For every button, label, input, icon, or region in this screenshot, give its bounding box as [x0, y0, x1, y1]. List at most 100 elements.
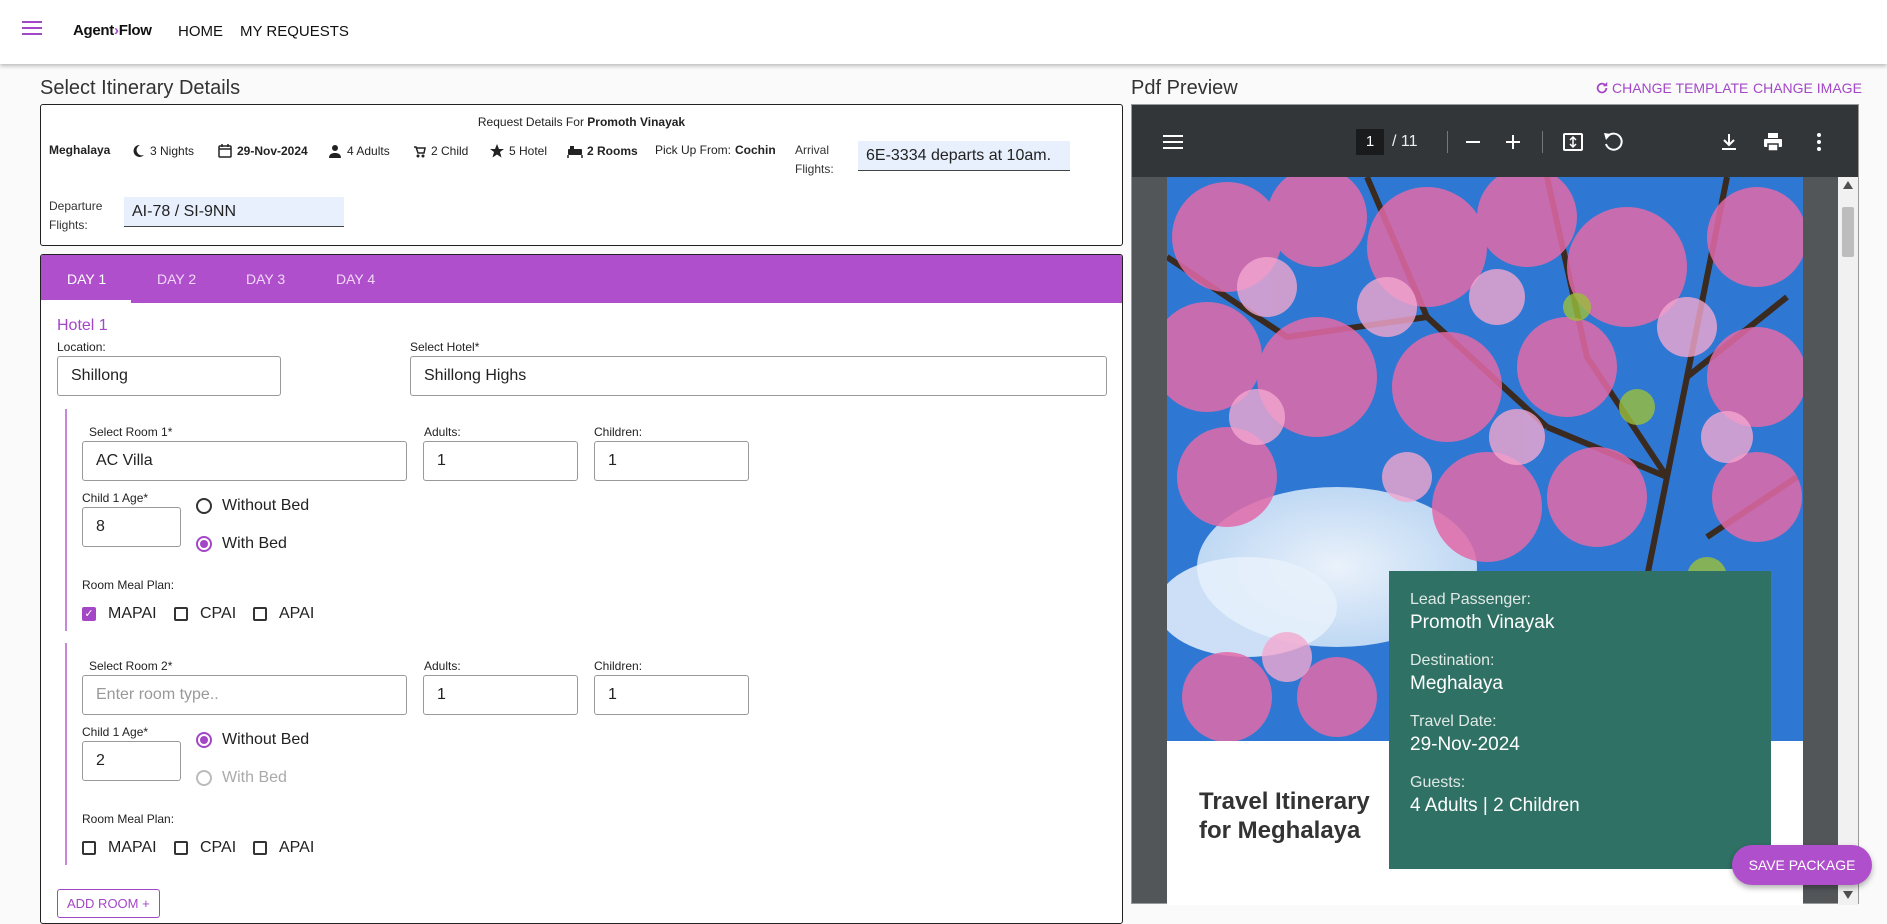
room-2-meal-apai-checkbox[interactable]: APAI [253, 839, 314, 857]
passenger-info-box: Lead Passenger: Promoth Vinayak Destinat… [1389, 571, 1771, 869]
print-icon[interactable] [1762, 131, 1784, 153]
room-1-meal-mapai-checkbox[interactable]: MAPAI [82, 605, 157, 623]
req-nights: 3 Nights [130, 143, 194, 159]
arrival-flights-input[interactable] [858, 141, 1070, 171]
moon-icon [133, 144, 144, 157]
room-2-children-label: Children: [594, 659, 643, 673]
menu-icon[interactable] [1162, 131, 1184, 153]
tab-day-4[interactable]: DAY 4 [336, 271, 375, 287]
rotate-icon[interactable] [1602, 131, 1624, 153]
room-1-children-input[interactable]: 1 [594, 441, 749, 481]
pdf-preview-title: Pdf Preview [1131, 77, 1238, 99]
page-number-input[interactable]: 1 [1356, 129, 1384, 155]
active-tab-indicator [41, 300, 131, 303]
radio-checked-icon [196, 732, 212, 748]
room-2-child-age-input[interactable]: 2 [82, 741, 181, 781]
req-adults: 4 Adults [327, 143, 390, 159]
bed-icon [567, 146, 583, 158]
room-2-type-input[interactable]: Enter room type.. [82, 675, 407, 715]
lead-passenger-value: Promoth Vinayak [1410, 612, 1555, 633]
page-total: / 11 [1392, 133, 1418, 150]
location-input[interactable]: Shillong [57, 356, 281, 396]
top-app-bar: Agent›Flow HOME MY REQUESTS [0, 0, 1887, 64]
room-2-with-bed-radio[interactable]: With Bed [196, 769, 287, 787]
itinerary-title: Travel Itinerary for Meghalaya [1199, 788, 1370, 844]
req-hotel-rating: 5 Hotel [489, 143, 547, 159]
day-panel: DAY 1 DAY 2 DAY 3 DAY 4 Hotel 1 Location… [40, 254, 1123, 924]
request-details-card: Request Details For Promoth Vinayak Megh… [40, 104, 1123, 246]
location-label: Location: [57, 340, 106, 354]
change-template-button[interactable]: CHANGE TEMPLATE [1595, 80, 1748, 96]
destination-label: Destination: [1410, 652, 1495, 669]
nav-home[interactable]: HOME [178, 23, 223, 40]
checkbox-icon [174, 841, 188, 855]
room-2-meal-cpai-checkbox[interactable]: CPAI [174, 839, 236, 857]
pdf-scrollbar[interactable] [1838, 177, 1858, 905]
room-2-adults-input[interactable]: 1 [423, 675, 578, 715]
room-2-child-age-label: Child 1 Age* [82, 725, 149, 739]
req-date: 29-Nov-2024 [217, 143, 308, 159]
room-1-meal-apai-checkbox[interactable]: APAI [253, 605, 314, 623]
pdf-toolbar: 1 / 11 [1132, 105, 1858, 177]
room-2-label: Select Room 2* [89, 659, 173, 673]
radio-icon [196, 770, 212, 786]
guests-label: Guests: [1410, 774, 1466, 791]
calendar-icon [218, 144, 232, 158]
departure-flights-input[interactable] [124, 197, 344, 227]
departure-flights-label: Departure Flights: [49, 199, 103, 232]
room-1-child-age-label: Child 1 Age* [82, 491, 149, 505]
change-image-button[interactable]: CHANGE IMAGE [1753, 80, 1862, 96]
fit-page-icon[interactable] [1562, 131, 1584, 153]
room-1-adults-label: Adults: [424, 425, 461, 439]
nav-my-requests[interactable]: MY REQUESTS [240, 23, 349, 40]
room-1-adults-input[interactable]: 1 [423, 441, 578, 481]
room-1-with-bed-radio[interactable]: With Bed [196, 535, 287, 553]
download-icon[interactable] [1718, 131, 1740, 153]
scroll-down-icon[interactable] [1843, 891, 1853, 899]
room-1-type-input[interactable]: AC Villa [82, 441, 407, 481]
save-package-button[interactable]: SAVE PACKAGE [1732, 845, 1872, 885]
req-rooms: 2 Rooms [567, 143, 638, 159]
tab-day-2[interactable]: DAY 2 [157, 271, 196, 287]
menu-icon[interactable] [22, 21, 42, 37]
zoom-in-icon[interactable] [1502, 131, 1524, 153]
arrival-flights-label: Arrival Flights: [795, 143, 834, 176]
req-pickup: Pick Up From: Cochin [655, 143, 776, 157]
toolbar-divider [1447, 131, 1448, 153]
room-1-divider [65, 409, 67, 631]
room-1-children-label: Children: [594, 425, 643, 439]
stroller-icon [414, 146, 426, 158]
room-1-meal-cpai-checkbox[interactable]: CPAI [174, 605, 236, 623]
scroll-up-icon[interactable] [1843, 181, 1853, 189]
checkbox-checked-icon [82, 607, 96, 621]
tab-day-1[interactable]: DAY 1 [67, 271, 106, 287]
add-room-button[interactable]: ADD ROOM + [57, 889, 160, 918]
page-title: Select Itinerary Details [40, 77, 241, 99]
tab-day-3[interactable]: DAY 3 [246, 271, 285, 287]
room-1-without-bed-radio[interactable]: Without Bed [196, 497, 309, 515]
room-2-meal-mapai-checkbox[interactable]: MAPAI [82, 839, 157, 857]
req-destination: Meghalaya [49, 143, 111, 157]
scrollbar-thumb[interactable] [1842, 207, 1854, 257]
room-1-child-age-input[interactable]: 8 [82, 507, 181, 547]
more-vert-icon[interactable] [1808, 131, 1830, 153]
zoom-out-icon[interactable] [1462, 131, 1484, 153]
room-2-children-input[interactable]: 1 [594, 675, 749, 715]
select-hotel-input[interactable]: Shillong Highs [410, 356, 1107, 396]
app-logo[interactable]: Agent›Flow [73, 22, 152, 39]
person-icon [329, 145, 341, 158]
destination-value: Meghalaya [1410, 673, 1503, 694]
request-details-title: Request Details For Promoth Vinayak [477, 115, 686, 129]
travel-date-value: 29-Nov-2024 [1410, 734, 1520, 755]
guests-value: 4 Adults | 2 Children [1410, 795, 1580, 816]
room-2-divider [65, 643, 67, 865]
checkbox-icon [253, 607, 267, 621]
room-2-meal-label: Room Meal Plan: [82, 812, 175, 826]
room-2-without-bed-radio[interactable]: Without Bed [196, 731, 309, 749]
day-tabs: DAY 1 DAY 2 DAY 3 DAY 4 [41, 255, 1122, 303]
room-1-meal-label: Room Meal Plan: [82, 578, 175, 592]
toolbar-divider [1542, 131, 1543, 153]
pdf-page: Travel Itinerary for Meghalaya Lead Passe… [1167, 177, 1803, 905]
checkbox-icon [174, 607, 188, 621]
hotel-section-title: Hotel 1 [57, 317, 108, 334]
